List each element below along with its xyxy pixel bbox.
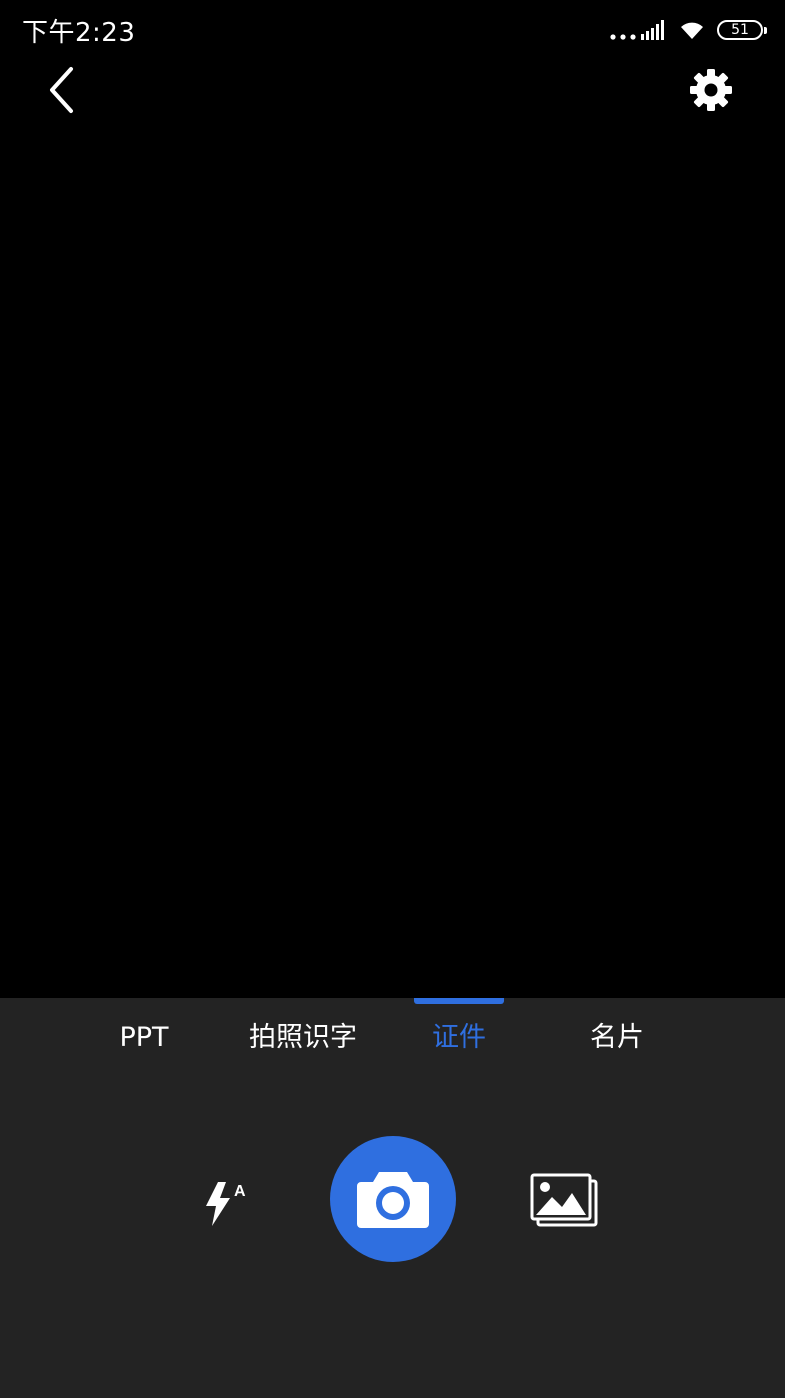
status-icons: 51 — [609, 16, 767, 44]
status-time: 下午2:23 — [22, 18, 136, 48]
svg-text:A: A — [234, 1183, 246, 1200]
signal-icon — [610, 20, 664, 40]
bottom-control-panel: PPT 拍照识字 证件 名片 A — [0, 998, 785, 1398]
tab-ppt[interactable]: PPT — [104, 1018, 184, 1058]
active-tab-indicator — [414, 998, 504, 1004]
shutter-button[interactable] — [330, 1136, 456, 1262]
flash-auto-icon: A — [206, 1182, 246, 1226]
mode-tabs: PPT 拍照识字 证件 名片 — [0, 998, 785, 1078]
wifi-icon — [681, 22, 703, 39]
battery-level: 51 — [731, 22, 749, 38]
tab-business-card[interactable]: 名片 — [572, 1018, 662, 1058]
camera-icon — [357, 1172, 429, 1228]
settings-button[interactable] — [687, 66, 735, 114]
tab-photo-ocr[interactable]: 拍照识字 — [240, 1018, 366, 1058]
flash-auto-button[interactable]: A — [198, 1176, 254, 1232]
gallery-icon — [530, 1173, 598, 1227]
tab-id-document[interactable]: 证件 — [414, 1018, 504, 1058]
battery-icon: 51 — [717, 20, 767, 40]
gallery-button[interactable] — [528, 1170, 600, 1230]
status-bar: 下午2:23 51 — [0, 0, 785, 56]
back-button[interactable] — [38, 62, 86, 118]
camera-viewfinder[interactable] — [0, 130, 785, 998]
chevron-left-icon — [50, 67, 73, 113]
gear-icon — [690, 69, 732, 111]
